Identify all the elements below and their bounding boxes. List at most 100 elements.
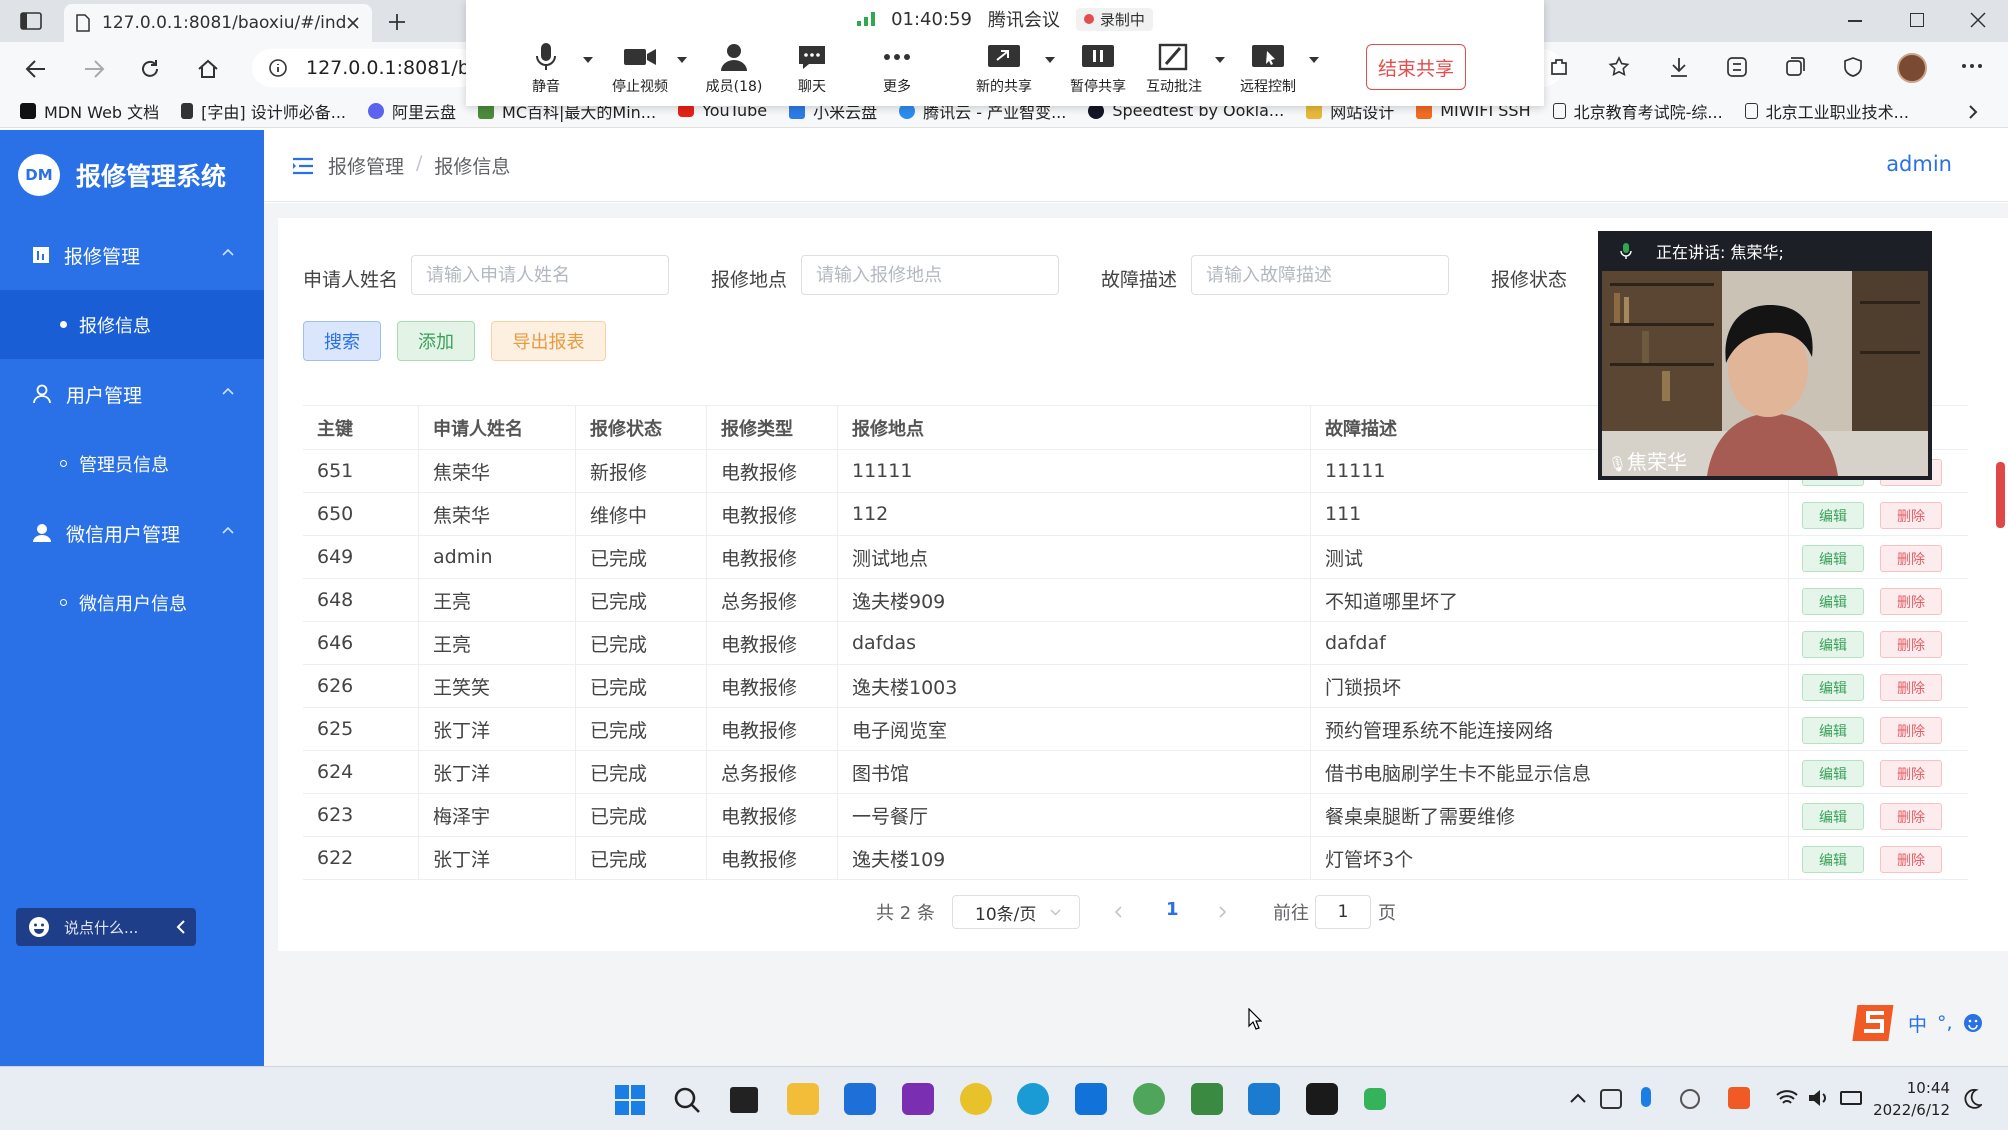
edit-button[interactable]: 编辑	[1802, 760, 1864, 787]
forward-icon[interactable]	[80, 55, 108, 83]
remote-control-button[interactable]: 远程控制	[1233, 42, 1303, 96]
location-input[interactable]	[801, 255, 1059, 295]
battery-icon[interactable]	[1840, 1091, 1862, 1105]
more-icon[interactable]	[1961, 63, 1983, 69]
app-icon[interactable]	[960, 1083, 992, 1115]
chevron-right-icon[interactable]	[1968, 104, 1978, 120]
close-tab-icon[interactable]	[346, 16, 360, 30]
minimize-icon[interactable]	[1848, 20, 1862, 22]
delete-button[interactable]: 删除	[1880, 674, 1942, 701]
bookmark-item[interactable]: MDN Web 文档	[20, 99, 159, 123]
menu-group-users[interactable]: 用户管理	[0, 359, 264, 429]
extensions-icon[interactable]	[1547, 55, 1571, 79]
chrome-icon[interactable]	[1133, 1083, 1165, 1115]
delete-button[interactable]: 删除	[1880, 588, 1942, 615]
stop-video-button[interactable]: 停止视频	[605, 42, 675, 96]
page-size-select[interactable]: 10条/页	[952, 895, 1080, 929]
windows-start-icon[interactable]	[615, 1085, 645, 1115]
image-editor-icon[interactable]	[1191, 1083, 1223, 1115]
pause-share-button[interactable]: 暂停共享	[1063, 42, 1133, 96]
remote-options-icon[interactable]	[1308, 56, 1320, 64]
edit-button[interactable]: 编辑	[1802, 631, 1864, 658]
tray-ime-icon[interactable]	[1680, 1089, 1700, 1109]
add-button[interactable]: 添加	[397, 321, 475, 361]
math-solver-icon[interactable]	[1725, 55, 1749, 79]
home-icon[interactable]	[194, 55, 222, 83]
new-share-button[interactable]: 新的共享	[969, 42, 1039, 96]
annotate-options-icon[interactable]	[1214, 56, 1226, 64]
page-number-current[interactable]: 1	[1166, 899, 1179, 920]
annotate-button[interactable]: 互动批注	[1139, 42, 1209, 96]
edit-button[interactable]: 编辑	[1802, 846, 1864, 873]
collections-icon[interactable]	[1783, 55, 1807, 79]
speaker-video[interactable]: 正在讲话: 焦荣华; 🎙焦荣华	[1598, 231, 1932, 480]
mute-options-icon[interactable]	[582, 56, 594, 64]
volume-icon[interactable]	[1808, 1088, 1830, 1108]
recording-badge[interactable]: 录制中	[1075, 7, 1153, 31]
edit-button[interactable]: 编辑	[1802, 717, 1864, 744]
delete-button[interactable]: 删除	[1880, 631, 1942, 658]
task-view-icon[interactable]	[730, 1087, 758, 1113]
share-options-icon[interactable]	[1044, 56, 1056, 64]
onenote-icon[interactable]	[902, 1083, 934, 1115]
ime-language[interactable]: 中	[1908, 1010, 1927, 1037]
close-window-icon[interactable]	[1968, 10, 1988, 30]
delete-button[interactable]: 删除	[1880, 846, 1942, 873]
sidebar-item-repair-info[interactable]: 报修信息	[0, 290, 264, 359]
search-icon[interactable]	[672, 1085, 702, 1115]
mute-button[interactable]: 静音	[511, 42, 581, 96]
bookmark-item[interactable]: 北京教育考试院-综...	[1552, 99, 1723, 123]
site-info-icon[interactable]	[268, 58, 288, 78]
video-options-icon[interactable]	[676, 56, 688, 64]
user-menu[interactable]: admin	[1886, 152, 1952, 176]
more-button[interactable]: 更多	[862, 42, 932, 96]
notification-moon-icon[interactable]	[1964, 1089, 1982, 1109]
delete-button[interactable]: 删除	[1880, 717, 1942, 744]
restore-icon[interactable]	[1910, 13, 1924, 27]
menu-group-wechat-users[interactable]: 微信用户管理	[0, 498, 264, 568]
delete-button[interactable]: 删除	[1880, 803, 1942, 830]
download-icon[interactable]	[1667, 55, 1691, 79]
bookmark-item[interactable]: 阿里云盘	[368, 99, 456, 123]
chat-input[interactable]: 说点什么...	[16, 908, 196, 946]
goto-page-input[interactable]: 1	[1315, 895, 1371, 929]
reload-icon[interactable]	[136, 55, 164, 83]
breadcrumb-item[interactable]: 报修管理	[328, 152, 404, 179]
tray-mic-icon[interactable]	[1641, 1087, 1651, 1107]
prev-page-icon[interactable]	[1114, 906, 1122, 918]
applicant-input[interactable]	[411, 255, 669, 295]
vscode-icon[interactable]	[1248, 1083, 1280, 1115]
browser-tab[interactable]: 127.0.0.1:8081/baoxiu/#/indexVi	[64, 4, 372, 42]
ime-punct-icon[interactable]: °,	[1937, 1012, 1953, 1034]
edit-button[interactable]: 编辑	[1802, 545, 1864, 572]
delete-button[interactable]: 删除	[1880, 760, 1942, 787]
wifi-icon[interactable]	[1776, 1089, 1798, 1107]
fault-input[interactable]	[1191, 255, 1449, 295]
chat-button[interactable]: 聊天	[777, 42, 847, 96]
system-clock[interactable]: 10:44 2022/6/12	[1873, 1077, 1950, 1121]
pycharm-icon[interactable]	[1306, 1083, 1338, 1115]
tab-actions-icon[interactable]	[18, 10, 44, 32]
chevron-left-icon[interactable]	[176, 920, 186, 934]
tray-sogou-icon[interactable]	[1728, 1087, 1750, 1109]
ime-toolbar[interactable]: 中 °,	[1852, 1000, 2008, 1046]
delete-button[interactable]: 删除	[1880, 545, 1942, 572]
messenger-icon[interactable]	[1075, 1083, 1107, 1115]
edit-button[interactable]: 编辑	[1802, 588, 1864, 615]
tray-icon[interactable]	[1600, 1089, 1622, 1109]
edit-button[interactable]: 编辑	[1802, 803, 1864, 830]
members-button[interactable]: 成员(18)	[699, 42, 769, 96]
menu-toggle-icon[interactable]	[292, 157, 314, 175]
profile-avatar[interactable]	[1897, 53, 1927, 83]
back-icon[interactable]	[22, 55, 50, 83]
menu-group-repair[interactable]: 报修管理	[0, 220, 264, 290]
edit-button[interactable]: 编辑	[1802, 674, 1864, 701]
sidebar-item-wechat-user-info[interactable]: 微信用户信息	[0, 568, 264, 637]
wechat-devtools-icon[interactable]	[1364, 1088, 1386, 1110]
search-button[interactable]: 搜索	[303, 321, 381, 361]
security-icon[interactable]	[1841, 55, 1865, 79]
store-icon[interactable]	[844, 1083, 876, 1115]
delete-button[interactable]: 删除	[1880, 502, 1942, 529]
next-page-icon[interactable]	[1219, 906, 1227, 918]
file-explorer-icon[interactable]	[787, 1083, 819, 1115]
